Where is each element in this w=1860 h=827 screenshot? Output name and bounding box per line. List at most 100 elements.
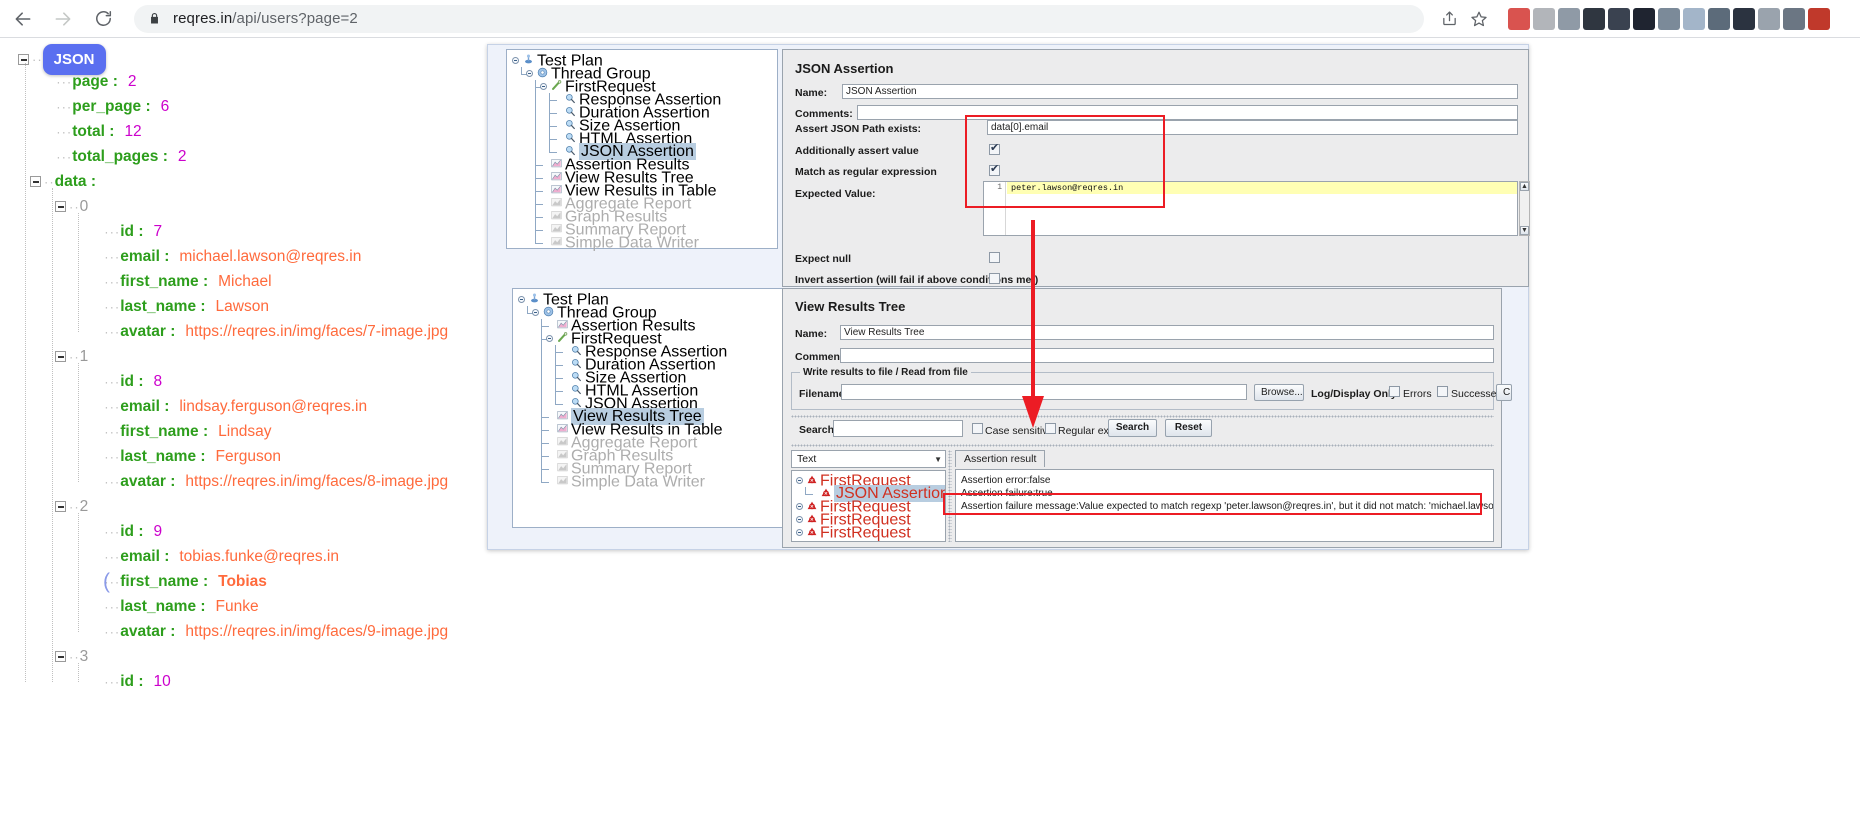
vrt-name-input[interactable]: View Results Tree [840,325,1494,340]
configure-button[interactable]: C [1496,384,1512,401]
json-array-index-row[interactable]: ··0 [0,194,560,219]
results-tree-list[interactable]: ✕ FirstRequest ✕ JSON Assertion ✕ FirstReques… [791,470,946,542]
expand-toggle-icon[interactable] [796,515,803,523]
expand-toggle-icon[interactable] [512,56,519,64]
json-value[interactable]: 9 [144,523,163,540]
json-field-row[interactable]: ⌐·····last_name :Ferguson [0,444,560,469]
json-field-row[interactable]: ⌐·····page :2 [0,69,560,94]
jmeter-test-plan-tree-top[interactable]: Test Plan Thread Group FirstRequest Respons… [506,49,778,251]
json-value[interactable]: tobias.funke@reqres.in [169,548,339,565]
extension-icon[interactable] [1683,7,1705,30]
panel-splitter-vertical[interactable] [948,450,952,542]
tab-assertion-result[interactable]: Assertion result [955,450,1046,467]
reset-button[interactable]: Reset [1165,419,1212,437]
search-input[interactable] [833,420,963,437]
json-value[interactable]: Funke [206,598,259,615]
search-button[interactable]: Search [1108,419,1157,437]
json-value[interactable]: 6 [151,98,170,115]
extension-icon[interactable] [1808,7,1830,30]
json-value[interactable]: Michael [208,273,271,290]
panel-splitter-top[interactable] [791,415,1494,418]
tree-node-firstrequest[interactable]: ✕ FirstRequest [807,525,911,541]
extension-icon[interactable] [1583,7,1605,30]
json-array-index-row[interactable]: ··3 [0,644,560,669]
chevron-down-icon[interactable]: ▼ [934,455,942,464]
expected-value-editor[interactable]: 1 peter.lawson@reqres.in [983,181,1518,236]
case-sensitive-checkbox[interactable] [972,423,983,434]
reload-icon[interactable] [86,2,120,36]
browse-button[interactable]: Browse... [1254,384,1304,401]
json-field-row[interactable]: ⌐·····id :10 [0,669,560,694]
back-arrow-icon[interactable] [6,2,40,36]
regex-checkbox[interactable] [989,163,1000,176]
expand-toggle-icon[interactable] [540,82,547,90]
json-value[interactable]: https://reqres.in/img/faces/8-image.jpg [175,473,448,490]
extension-icon[interactable] [1608,7,1630,30]
star-icon[interactable] [1464,4,1494,34]
json-value[interactable]: michael.lawson@reqres.in [169,248,361,265]
json-array-index-row[interactable]: ··1 [0,344,560,369]
scroll-down-arrow[interactable]: ▼ [1520,226,1529,235]
json-field-row[interactable]: ⌐·····first_name :Tobias [0,569,560,594]
tree-node-simple-data-writer[interactable]: Simple Data Writer [557,474,705,490]
extension-icon[interactable] [1783,7,1805,30]
errors-checkbox[interactable] [1389,386,1400,397]
json-value[interactable]: 2 [118,73,137,90]
collapse-toggle-icon[interactable] [18,54,29,65]
json-value[interactable]: https://reqres.in/img/faces/7-image.jpg [175,323,448,340]
json-value[interactable]: https://reqres.in/img/faces/9-image.jpg [175,623,448,640]
expect-null-checkbox[interactable] [989,252,1000,263]
name-input[interactable]: JSON Assertion [842,84,1518,99]
expand-toggle-icon[interactable] [532,308,539,316]
json-value[interactable]: Ferguson [206,448,281,465]
json-field-row[interactable]: ⌐·····first_name :Lindsay [0,419,560,444]
extension-icon[interactable] [1733,7,1755,30]
json-field-row[interactable]: ⌐·····avatar :https://reqres.in/img/face… [0,619,560,644]
extension-icon[interactable] [1633,7,1655,30]
json-value[interactable]: Tobias [208,573,267,590]
collapse-toggle-icon[interactable] [55,501,66,513]
collapse-toggle-icon[interactable] [30,176,41,188]
expand-toggle-icon[interactable] [526,69,533,77]
renderer-select[interactable]: Text ▼ [791,450,946,468]
json-value[interactable]: Lawson [206,298,269,315]
json-value[interactable]: 8 [144,373,163,390]
extension-icon[interactable] [1508,7,1530,30]
extension-icon[interactable] [1708,7,1730,30]
expand-toggle-icon[interactable] [546,334,553,342]
json-field-row[interactable]: ⌐·····last_name :Lawson [0,294,560,319]
vrt-comments-input[interactable] [840,348,1494,363]
json-field-row[interactable]: ⌐·····email :tobias.funke@reqres.in [0,544,560,569]
expected-value-scrollbar[interactable]: ▲ ▼ [1519,181,1530,236]
json-value[interactable]: 10 [144,673,171,690]
json-field-row[interactable]: ⌐·····id :9 [0,519,560,544]
jmeter-test-plan-tree-bottom[interactable]: Test Plan Thread Group Assertion Results Fi… [512,288,784,528]
json-array-index-row[interactable]: ··2 [0,494,560,519]
filename-input[interactable] [841,384,1247,400]
address-bar[interactable]: reqres.in/api/users?page=2 [134,4,1424,33]
json-value[interactable]: 2 [168,148,187,165]
json-field-row[interactable]: ⌐·····last_name :Funke [0,594,560,619]
extension-icon[interactable] [1558,7,1580,30]
json-object-row[interactable]: ··data : [0,169,560,194]
tree-node-simple-data-writer[interactable]: Simple Data Writer [551,235,699,251]
json-path-input[interactable]: data[0].email [987,120,1518,135]
extension-icon[interactable] [1658,7,1680,30]
share-icon[interactable] [1434,4,1464,34]
forward-arrow-icon[interactable] [46,2,80,36]
invert-assertion-checkbox[interactable] [989,273,1000,284]
assert-value-checkbox[interactable] [989,142,1000,155]
json-root-row[interactable]: ·· JSON [0,44,560,75]
comments-input[interactable] [857,105,1518,120]
json-field-row[interactable]: ⌐·····total_pages :2 [0,144,560,169]
json-field-row[interactable]: ⌐·····id :8 [0,369,560,394]
json-field-row[interactable]: ⌐·····id :7 [0,219,560,244]
json-field-row[interactable]: ⌐·····first_name :Michael [0,269,560,294]
expand-toggle-icon[interactable] [796,476,803,484]
successes-checkbox[interactable] [1437,386,1448,397]
json-field-row[interactable]: ⌐·····avatar :https://reqres.in/img/face… [0,469,560,494]
json-field-row[interactable]: ⌐·····email :lindsay.ferguson@reqres.in [0,394,560,419]
extension-icon[interactable] [1758,7,1780,30]
expand-toggle-icon[interactable] [796,502,803,510]
json-value[interactable]: 12 [114,123,141,140]
